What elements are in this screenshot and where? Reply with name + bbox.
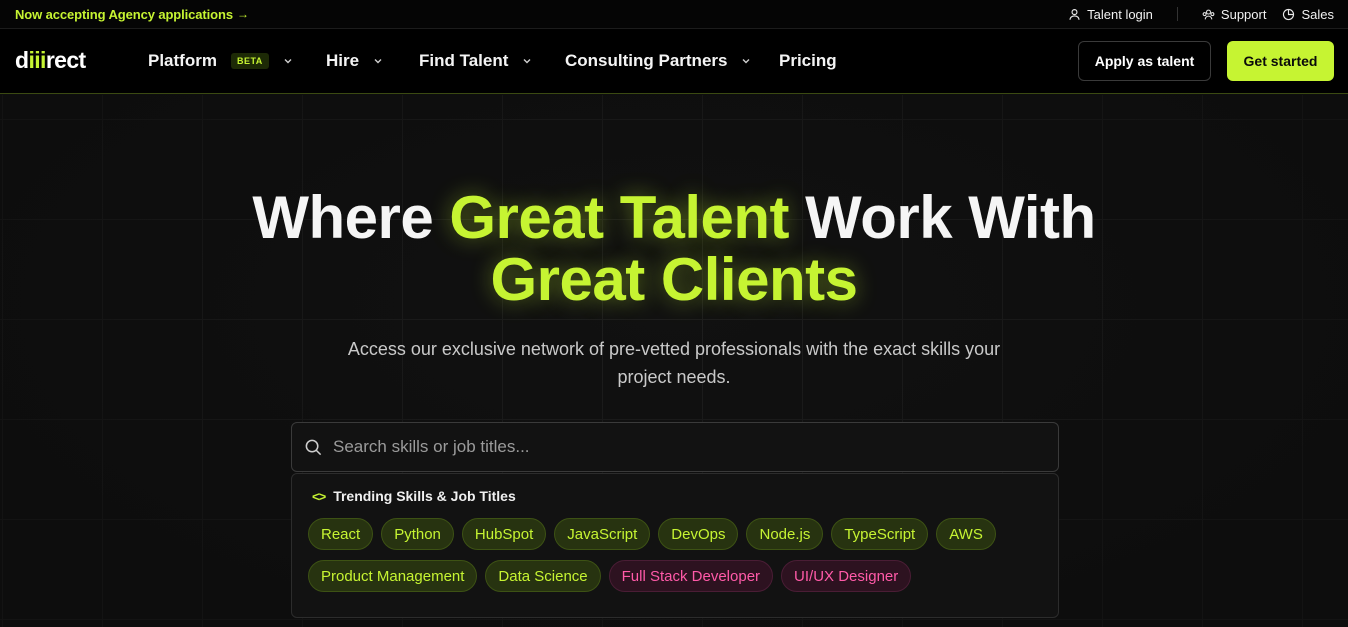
nav-item-consulting-partners[interactable]: Consulting Partners [565, 51, 751, 71]
trending-suggestions-panel: <> Trending Skills & Job Titles React Py… [291, 473, 1059, 618]
search-icon [305, 439, 322, 455]
sales-link[interactable]: Sales [1282, 7, 1334, 22]
trending-header: <> Trending Skills & Job Titles [312, 488, 516, 504]
apply-as-talent-button[interactable]: Apply as talent [1078, 41, 1211, 81]
chip-hubspot[interactable]: HubSpot [461, 518, 547, 550]
nav-label: Find Talent [419, 51, 509, 70]
support-icon [1202, 9, 1215, 19]
chip-aws[interactable]: AWS [936, 518, 996, 550]
arrow-right-icon: → [237, 7, 249, 21]
chip-typescript[interactable]: TypeScript [831, 518, 929, 550]
chip-ui-ux-designer[interactable]: UI/UX Designer [781, 560, 912, 592]
chip-javascript[interactable]: JavaScript [554, 518, 651, 550]
utility-links: Talent login Support Sales [1068, 7, 1334, 22]
search-box[interactable] [291, 422, 1059, 472]
search-input[interactable] [333, 437, 1013, 457]
support-label: Support [1220, 6, 1267, 22]
nav-item-find-talent[interactable]: Find Talent [419, 51, 532, 71]
beta-badge: BETA [230, 53, 269, 69]
agency-announcement-link[interactable]: Now accepting Agency applications → [15, 7, 249, 22]
nav-item-pricing[interactable]: Pricing [779, 51, 837, 71]
chevron-down-icon [742, 59, 750, 64]
chip-product-management[interactable]: Product Management [308, 560, 478, 592]
chip-devops[interactable]: DevOps [658, 518, 739, 550]
hero-headline: Where Great Talent Work With Great Clien… [252, 184, 1096, 313]
talent-login-link[interactable]: Talent login [1068, 7, 1153, 22]
announcement-text: Now accepting Agency applications [15, 6, 233, 22]
support-link[interactable]: Support [1202, 6, 1267, 22]
hero-subtitle: Access our exclusive network of pre-vett… [347, 339, 1001, 387]
nav-label: Hire [326, 51, 360, 70]
get-started-button[interactable]: Get started [1227, 41, 1334, 81]
chip-list: React Python HubSpot JavaScript DevOps N… [308, 518, 1048, 592]
chevron-down-icon [523, 59, 531, 64]
nav-label: Pricing [779, 51, 837, 70]
chip-react[interactable]: React [308, 518, 374, 550]
talent-login-label: Talent login [1087, 6, 1153, 22]
chevron-down-icon [374, 59, 382, 64]
chevron-down-icon [284, 59, 292, 64]
code-icon: <> [312, 488, 326, 504]
hero-section: Where Great Talent Work With Great Clien… [0, 95, 1348, 627]
pie-chart-icon [1283, 8, 1295, 20]
divider [1176, 7, 1178, 21]
nav-item-platform[interactable]: Platform BETA [148, 51, 293, 71]
nav-label: Platform [148, 51, 217, 70]
chip-data-science[interactable]: Data Science [485, 560, 601, 592]
user-icon [1069, 8, 1080, 20]
trending-title: Trending Skills & Job Titles [333, 488, 516, 504]
sales-label: Sales [1301, 6, 1334, 22]
chip-nodejs[interactable]: Node.js [746, 518, 824, 550]
chip-full-stack-developer[interactable]: Full Stack Developer [608, 560, 774, 592]
nav-item-hire[interactable]: Hire [326, 51, 383, 71]
nav-label: Consulting Partners [565, 51, 728, 70]
chip-python[interactable]: Python [381, 518, 454, 550]
main-navigation: diiirect Platform BETA Hire Find Talent … [0, 29, 1348, 94]
logo[interactable]: diiirect [15, 47, 86, 74]
announcement-bar: Now accepting Agency applications → Tale… [0, 0, 1348, 29]
